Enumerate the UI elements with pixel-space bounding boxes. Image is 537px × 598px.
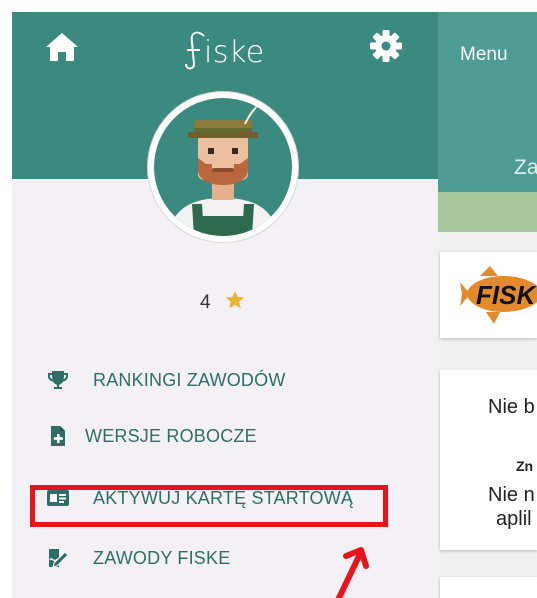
message-line: aplil <box>496 508 532 530</box>
settings-button[interactable] <box>366 28 406 64</box>
rating-value: 4 <box>200 292 211 313</box>
fisherman-avatar-icon <box>168 104 278 236</box>
app-logo: iske <box>180 26 290 74</box>
card <box>440 577 537 598</box>
trophy-icon <box>48 371 68 389</box>
header-partial-text: Za <box>514 156 537 179</box>
fiske-fish-logo-icon: FISK <box>460 266 537 324</box>
highlight-box <box>30 485 388 527</box>
gear-icon <box>370 30 402 62</box>
edit-signature-icon <box>49 549 69 568</box>
user-avatar[interactable] <box>148 92 298 242</box>
message-card: Nie b Zn Nie n aplil <box>440 370 537 550</box>
star-icon <box>225 290 245 309</box>
menu-item-drafts[interactable]: WERSJE ROBOCZE <box>12 418 438 458</box>
message-line: Zn <box>516 458 534 474</box>
logo-text: iske <box>204 35 265 70</box>
avatar-background <box>154 98 292 236</box>
menu-button[interactable]: Menu <box>460 44 508 66</box>
home-icon <box>46 33 78 61</box>
background-page: Menu Za FISK Nie b Zn Nie n aplil <box>438 12 537 598</box>
fiske-logo-text: FISK <box>476 280 537 310</box>
sub-header-band <box>438 192 537 232</box>
document-plus-icon <box>51 426 65 446</box>
fiske-logo-card[interactable]: FISK <box>440 252 537 338</box>
home-button[interactable] <box>42 30 82 64</box>
user-rating: 4 <box>182 289 302 319</box>
message-line: Nie n <box>488 484 535 506</box>
menu-item-label: WERSJE ROBOCZE <box>85 426 257 446</box>
menu-item-fiske-competitions[interactable]: ZAWODY FISKE <box>12 540 438 580</box>
menu-item-label: ZAWODY FISKE <box>93 548 231 568</box>
menu-item-label: RANKINGI ZAWODÓW <box>93 370 286 390</box>
red-arrow-annotation-icon <box>335 547 369 598</box>
side-drawer: iske 4 RANKINGI ZAWODÓW WERSJE ROBOCZE A… <box>12 12 438 598</box>
message-line: Nie b <box>488 396 535 418</box>
menu-item-rankings[interactable]: RANKINGI ZAWODÓW <box>12 362 438 402</box>
